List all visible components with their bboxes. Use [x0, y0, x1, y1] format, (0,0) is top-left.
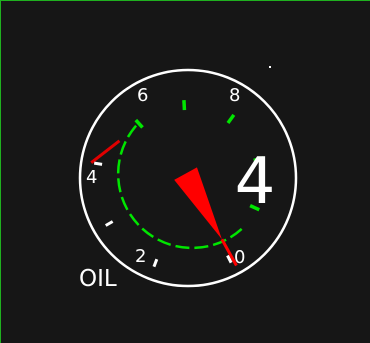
oil-pressure-gauge: 0 2 4 6 8 4 OIL — [78, 68, 298, 292]
range-tick — [182, 100, 187, 111]
screen-speck — [269, 66, 271, 68]
needle-pointer-icon — [174, 167, 222, 240]
display-screen: 0 2 4 6 8 4 OIL — [0, 0, 370, 343]
major-tick — [152, 258, 159, 268]
major-tick — [104, 220, 114, 227]
scale-label-8: 8 — [229, 85, 240, 106]
major-tick — [93, 161, 103, 166]
scale-label-4: 4 — [86, 167, 97, 188]
gauge-label: OIL — [79, 266, 117, 292]
red-zone-mark — [90, 139, 121, 164]
scale-label-6: 6 — [137, 85, 148, 106]
range-tick — [226, 113, 236, 125]
scale-label-2: 2 — [135, 246, 146, 267]
digital-readout: 4 — [235, 145, 276, 219]
